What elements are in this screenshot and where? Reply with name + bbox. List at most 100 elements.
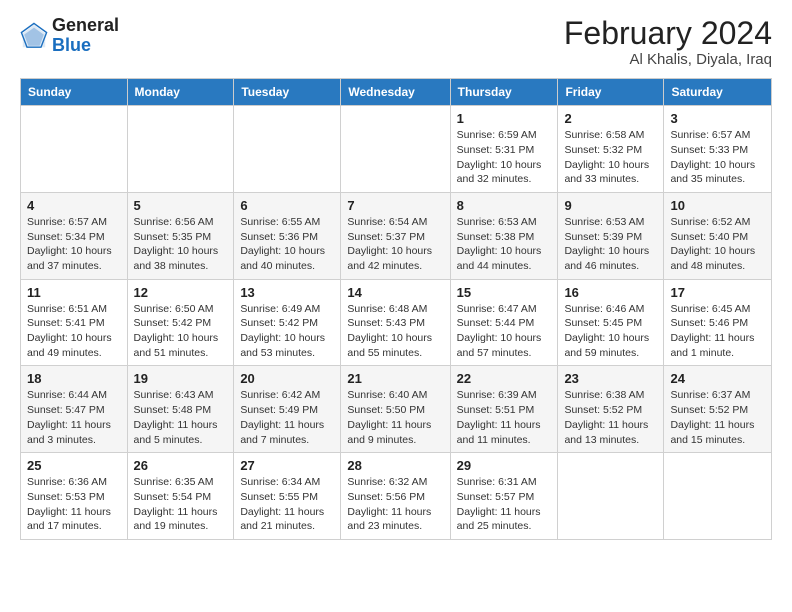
day-info: Sunrise: 6:47 AMSunset: 5:44 PMDaylight:… <box>457 302 552 361</box>
calendar-cell: 5Sunrise: 6:56 AMSunset: 5:35 PMDaylight… <box>127 192 234 279</box>
day-number: 24 <box>670 371 765 386</box>
calendar-cell: 4Sunrise: 6:57 AMSunset: 5:34 PMDaylight… <box>21 192 128 279</box>
day-number: 14 <box>347 285 443 300</box>
calendar-cell: 28 Sunrise: 6:32 AMSunset: 5:56 PMDayligh… <box>341 453 450 540</box>
day-number: 8 <box>457 198 552 213</box>
calendar-cell: 24 Sunrise: 6:37 AMSunset: 5:52 PMDayligh… <box>664 366 772 453</box>
day-info: Sunrise: 6:40 AMSunset: 5:50 PMDaylight:… <box>347 388 443 447</box>
calendar-cell <box>664 453 772 540</box>
calendar-cell: 16 Sunrise: 6:46 AMSunset: 5:45 PMDayligh… <box>558 279 664 366</box>
day-header-saturday: Saturday <box>664 79 772 106</box>
header: General Blue February 2024 Al Khalis, Di… <box>20 16 772 68</box>
day-info: Sunrise: 6:39 AMSunset: 5:51 PMDaylight:… <box>457 388 552 447</box>
day-header-tuesday: Tuesday <box>234 79 341 106</box>
logo-icon <box>20 22 48 50</box>
logo-general: General <box>52 15 119 35</box>
calendar-cell <box>341 106 450 193</box>
day-header-wednesday: Wednesday <box>341 79 450 106</box>
day-number: 1 <box>457 111 552 126</box>
calendar-cell <box>558 453 664 540</box>
day-number: 2 <box>564 111 657 126</box>
calendar-cell <box>21 106 128 193</box>
day-info: Sunrise: 6:53 AMSunset: 5:38 PMDaylight:… <box>457 215 552 274</box>
calendar-cell: 1 Sunrise: 6:59 AMSunset: 5:31 PMDaylight… <box>450 106 558 193</box>
calendar-cell: 22Sunrise: 6:39 AMSunset: 5:51 PMDayligh… <box>450 366 558 453</box>
calendar-week-row: 11 Sunrise: 6:51 AMSunset: 5:41 PMDayligh… <box>21 279 772 366</box>
day-number: 19 <box>134 371 228 386</box>
day-number: 15 <box>457 285 552 300</box>
calendar-week-row: 25 Sunrise: 6:36 AMSunset: 5:53 PMDayligh… <box>21 453 772 540</box>
calendar-cell: 8 Sunrise: 6:53 AMSunset: 5:38 PMDaylight… <box>450 192 558 279</box>
calendar-cell: 20Sunrise: 6:42 AMSunset: 5:49 PMDayligh… <box>234 366 341 453</box>
day-header-thursday: Thursday <box>450 79 558 106</box>
page: General Blue February 2024 Al Khalis, Di… <box>0 0 792 612</box>
day-info: Sunrise: 6:57 AMSunset: 5:33 PMDaylight:… <box>670 128 765 187</box>
day-number: 16 <box>564 285 657 300</box>
day-header-friday: Friday <box>558 79 664 106</box>
calendar-cell: 26Sunrise: 6:35 AMSunset: 5:54 PMDayligh… <box>127 453 234 540</box>
day-info: Sunrise: 6:34 AMSunset: 5:55 PMDaylight:… <box>240 475 334 534</box>
day-info: Sunrise: 6:55 AMSunset: 5:36 PMDaylight:… <box>240 215 334 274</box>
calendar-cell: 25 Sunrise: 6:36 AMSunset: 5:53 PMDayligh… <box>21 453 128 540</box>
day-info: Sunrise: 6:58 AMSunset: 5:32 PMDaylight:… <box>564 128 657 187</box>
day-info: Sunrise: 6:50 AMSunset: 5:42 PMDaylight:… <box>134 302 228 361</box>
calendar-cell: 21 Sunrise: 6:40 AMSunset: 5:50 PMDayligh… <box>341 366 450 453</box>
calendar-cell: 12Sunrise: 6:50 AMSunset: 5:42 PMDayligh… <box>127 279 234 366</box>
day-number: 20 <box>240 371 334 386</box>
day-info: Sunrise: 6:44 AMSunset: 5:47 PMDaylight:… <box>27 388 121 447</box>
day-info: Sunrise: 6:37 AMSunset: 5:52 PMDaylight:… <box>670 388 765 447</box>
logo: General Blue <box>20 16 119 56</box>
calendar-header-row: SundayMondayTuesdayWednesdayThursdayFrid… <box>21 79 772 106</box>
day-number: 29 <box>457 458 552 473</box>
day-info: Sunrise: 6:31 AMSunset: 5:57 PMDaylight:… <box>457 475 552 534</box>
logo-text: General Blue <box>52 16 119 56</box>
day-number: 28 <box>347 458 443 473</box>
day-header-sunday: Sunday <box>21 79 128 106</box>
calendar-cell: 23 Sunrise: 6:38 AMSunset: 5:52 PMDayligh… <box>558 366 664 453</box>
title-block: February 2024 Al Khalis, Diyala, Iraq <box>564 16 772 68</box>
calendar-cell: 13Sunrise: 6:49 AMSunset: 5:42 PMDayligh… <box>234 279 341 366</box>
day-info: Sunrise: 6:45 AMSunset: 5:46 PMDaylight:… <box>670 302 765 361</box>
calendar-cell: 27 Sunrise: 6:34 AMSunset: 5:55 PMDayligh… <box>234 453 341 540</box>
day-info: Sunrise: 6:38 AMSunset: 5:52 PMDaylight:… <box>564 388 657 447</box>
day-info: Sunrise: 6:35 AMSunset: 5:54 PMDaylight:… <box>134 475 228 534</box>
calendar-cell: 3Sunrise: 6:57 AMSunset: 5:33 PMDaylight… <box>664 106 772 193</box>
day-number: 27 <box>240 458 334 473</box>
calendar-cell: 9 Sunrise: 6:53 AMSunset: 5:39 PMDaylight… <box>558 192 664 279</box>
day-number: 25 <box>27 458 121 473</box>
day-info: Sunrise: 6:54 AMSunset: 5:37 PMDaylight:… <box>347 215 443 274</box>
day-info: Sunrise: 6:53 AMSunset: 5:39 PMDaylight:… <box>564 215 657 274</box>
calendar-cell: 29 Sunrise: 6:31 AMSunset: 5:57 PMDayligh… <box>450 453 558 540</box>
calendar-title: February 2024 <box>564 16 772 51</box>
day-info: Sunrise: 6:51 AMSunset: 5:41 PMDaylight:… <box>27 302 121 361</box>
day-number: 10 <box>670 198 765 213</box>
calendar-cell: 14 Sunrise: 6:48 AMSunset: 5:43 PMDayligh… <box>341 279 450 366</box>
day-number: 21 <box>347 371 443 386</box>
calendar-week-row: 4Sunrise: 6:57 AMSunset: 5:34 PMDaylight… <box>21 192 772 279</box>
day-info: Sunrise: 6:32 AMSunset: 5:56 PMDaylight:… <box>347 475 443 534</box>
day-info: Sunrise: 6:46 AMSunset: 5:45 PMDaylight:… <box>564 302 657 361</box>
logo-blue: Blue <box>52 35 91 55</box>
calendar-cell: 19Sunrise: 6:43 AMSunset: 5:48 PMDayligh… <box>127 366 234 453</box>
day-number: 6 <box>240 198 334 213</box>
calendar-cell: 17 Sunrise: 6:45 AMSunset: 5:46 PMDayligh… <box>664 279 772 366</box>
day-number: 17 <box>670 285 765 300</box>
day-number: 23 <box>564 371 657 386</box>
calendar-cell: 6 Sunrise: 6:55 AMSunset: 5:36 PMDaylight… <box>234 192 341 279</box>
calendar-week-row: 18Sunrise: 6:44 AMSunset: 5:47 PMDayligh… <box>21 366 772 453</box>
calendar-cell <box>234 106 341 193</box>
calendar-cell: 11 Sunrise: 6:51 AMSunset: 5:41 PMDayligh… <box>21 279 128 366</box>
calendar-cell: 7 Sunrise: 6:54 AMSunset: 5:37 PMDaylight… <box>341 192 450 279</box>
calendar-cell <box>127 106 234 193</box>
day-number: 9 <box>564 198 657 213</box>
day-number: 11 <box>27 285 121 300</box>
day-info: Sunrise: 6:52 AMSunset: 5:40 PMDaylight:… <box>670 215 765 274</box>
day-header-monday: Monday <box>127 79 234 106</box>
day-info: Sunrise: 6:36 AMSunset: 5:53 PMDaylight:… <box>27 475 121 534</box>
calendar-cell: 2 Sunrise: 6:58 AMSunset: 5:32 PMDaylight… <box>558 106 664 193</box>
calendar-cell: 10 Sunrise: 6:52 AMSunset: 5:40 PMDayligh… <box>664 192 772 279</box>
day-number: 7 <box>347 198 443 213</box>
day-info: Sunrise: 6:48 AMSunset: 5:43 PMDaylight:… <box>347 302 443 361</box>
day-info: Sunrise: 6:59 AMSunset: 5:31 PMDaylight:… <box>457 128 552 187</box>
calendar-table: SundayMondayTuesdayWednesdayThursdayFrid… <box>20 78 772 540</box>
